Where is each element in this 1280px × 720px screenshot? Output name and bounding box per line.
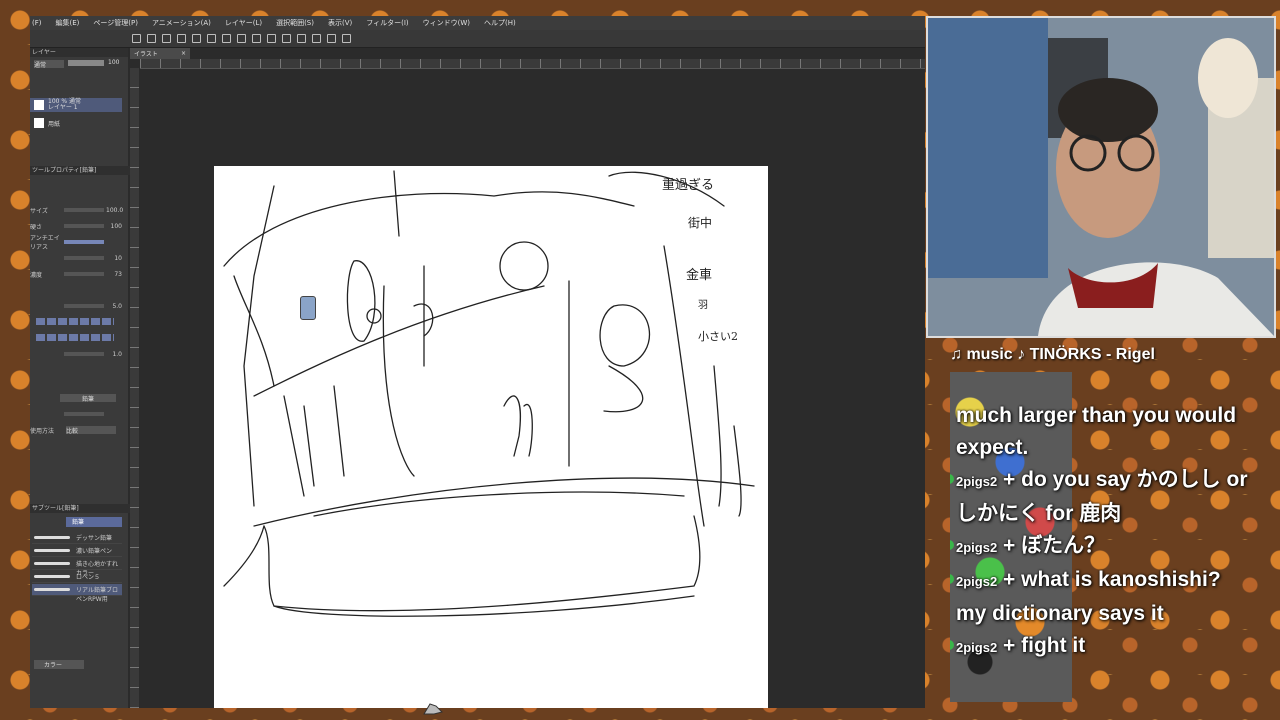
menu-selection[interactable]: 選択範囲(S) <box>276 18 314 28</box>
prop-row-hardness[interactable]: 硬さ 100 <box>30 222 122 231</box>
document-tab-label: イラスト <box>134 51 158 58</box>
chat-message: 2pigs2 + ぼたん？ <box>950 530 1250 564</box>
chat-message: much larger than you would expect. <box>956 400 1250 464</box>
blend-mode-select[interactable]: 通常 <box>34 60 64 69</box>
document-tab[interactable]: イラスト × <box>130 48 190 59</box>
stroke-preset-row-2[interactable] <box>36 334 114 341</box>
undo-icon[interactable] <box>192 34 201 43</box>
chat-username: 2pigs2 <box>956 474 998 489</box>
chat-username: 2pigs2 <box>956 540 998 555</box>
prop-row-density[interactable]: 濃度 73 <box>30 270 122 279</box>
layer-name: レイヤー 1 <box>48 104 78 111</box>
subtool-tab-pencil[interactable]: 鉛筆 <box>66 517 122 527</box>
prop-row-4[interactable]: 10 <box>30 254 122 262</box>
menu-layer[interactable]: レイヤー(L) <box>225 18 262 28</box>
chat-text: fight it <box>1021 634 1086 657</box>
method-label: 使用方法 <box>30 428 55 435</box>
note-1: 重過ぎる <box>662 178 715 193</box>
chat-username: 2pigs2 <box>956 574 998 589</box>
brush-item[interactable]: 濃い鉛筆ペン <box>32 545 122 557</box>
opacity-value: 100 <box>108 59 120 66</box>
note-2: 街中 <box>688 216 713 230</box>
menu-help[interactable]: ヘルプ(H) <box>484 18 516 28</box>
note-3: 金車 <box>686 268 713 283</box>
prop-row-antialias[interactable]: アンチエイリアス <box>30 235 122 251</box>
stroke-preset-row[interactable] <box>36 318 114 325</box>
crop-icon[interactable] <box>267 34 276 43</box>
drawing-canvas[interactable]: 重過ぎる 街中 金車 羽 小さい2 <box>214 166 768 708</box>
chat-messages: much larger than you would expect. 2pigs… <box>950 400 1250 664</box>
menu-window[interactable]: ウィンドウ(W) <box>423 18 470 28</box>
paper-layer-name: 用紙 <box>48 120 61 128</box>
menu-page[interactable]: ページ管理(P) <box>93 18 138 28</box>
menu-file[interactable]: (F) <box>32 19 42 27</box>
brush-item[interactable]: デッサン鉛筆 <box>32 532 122 544</box>
save-icon[interactable] <box>162 34 171 43</box>
note-4: 羽 <box>698 300 708 311</box>
print-icon[interactable] <box>177 34 186 43</box>
chat-message: 2pigs2 + what is kanoshishi? my dictiona… <box>950 564 1250 630</box>
tool-property-header: ツールプロパティ[鉛筆] <box>30 166 130 175</box>
command-bar <box>30 30 925 48</box>
redo-icon[interactable] <box>207 34 216 43</box>
left-panel: レイヤー 通常 100 100 % 通常 レイヤー 1 用紙 ツールプロパティ[… <box>30 48 130 708</box>
chat-text: ぼたん？ <box>1021 534 1106 557</box>
subtool-header: サブツール[鉛筆] <box>30 504 130 513</box>
chat-text: much larger than you would expect. <box>956 404 1237 459</box>
transform-icon[interactable] <box>252 34 261 43</box>
mouse-cursor-icon <box>423 703 443 715</box>
invert-icon[interactable] <box>297 34 306 43</box>
menu-bar: (F) 編集(E) ページ管理(P) アニメーション(A) レイヤー(L) 選択… <box>30 16 925 30</box>
chat-overlay: much larger than you would expect. 2pigs… <box>950 372 1250 708</box>
color-set-select[interactable]: カラー <box>34 660 84 669</box>
chat-message: 2pigs2 + do you say かのしし or しかにく for 鹿肉 <box>950 464 1250 530</box>
prop-row-6[interactable]: 5.0 <box>30 302 122 310</box>
new-icon[interactable] <box>132 34 141 43</box>
clear-icon[interactable] <box>222 34 231 43</box>
deselect-icon[interactable] <box>282 34 291 43</box>
sketch-lines <box>223 170 755 617</box>
now-playing-music: ♫ music ♪ TINÖRKS - Rigel <box>950 346 1155 363</box>
prop-row-size[interactable]: サイズ 100.0 <box>30 206 123 215</box>
vertical-ruler <box>130 68 139 708</box>
brush-item[interactable]: 描き心地かすれ カラー <box>32 558 122 577</box>
horizontal-ruler <box>140 59 925 69</box>
open-icon[interactable] <box>147 34 156 43</box>
note-5: 小さい2 <box>698 330 738 343</box>
method-select[interactable]: 比較 <box>66 426 116 435</box>
layer-row-active[interactable]: 100 % 通常 レイヤー 1 <box>30 98 122 112</box>
webcam-feed <box>926 16 1276 338</box>
chat-text: do you say かのしし or しかにく for 鹿肉 <box>956 468 1248 525</box>
brush-item-selected[interactable]: リアル鉛筆ブロペンRPW用 <box>32 584 122 603</box>
layers-header: レイヤー <box>30 48 128 57</box>
paper-thumbnail <box>34 118 44 128</box>
prop-row-8[interactable] <box>30 410 122 418</box>
menu-animation[interactable]: アニメーション(A) <box>152 18 211 28</box>
menu-filter[interactable]: フィルター(I) <box>366 18 408 28</box>
chat-username: 2pigs2 <box>956 640 998 655</box>
prop-row-7[interactable]: 1.0 <box>30 350 122 358</box>
webcam-person-image <box>928 18 1274 336</box>
opacity-slider[interactable] <box>68 60 104 66</box>
close-icon[interactable]: × <box>181 50 186 57</box>
fill-icon[interactable] <box>237 34 246 43</box>
menu-view[interactable]: 表示(V) <box>328 18 352 28</box>
help-icon[interactable] <box>342 34 351 43</box>
layer-row-paper[interactable]: 用紙 <box>30 116 122 130</box>
ruler-icon[interactable] <box>312 34 321 43</box>
snap-icon[interactable] <box>327 34 336 43</box>
brush-item[interactable]: ロペン５ <box>32 571 122 583</box>
menu-edit[interactable]: 編集(E) <box>56 18 80 28</box>
clip-studio-window: (F) 編集(E) ページ管理(P) アニメーション(A) レイヤー(L) 選択… <box>30 16 925 708</box>
pencil-mode-button[interactable]: 鉛筆 <box>60 394 116 403</box>
sprite-character-icon <box>300 296 316 320</box>
chat-message: 2pigs2 + fight it <box>950 630 1250 664</box>
layer-thumbnail <box>34 100 44 110</box>
